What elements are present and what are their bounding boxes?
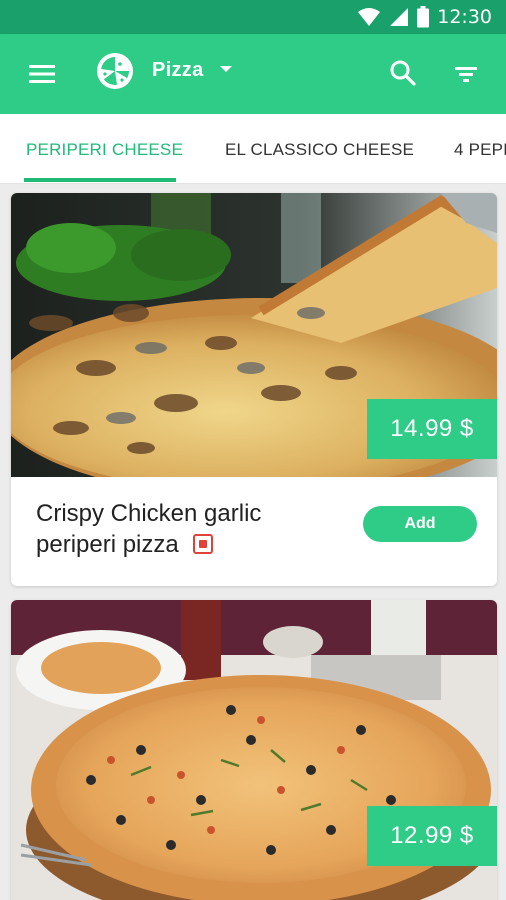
tab-4-pepper[interactable]: 4 PEPPER [454, 140, 506, 160]
filter-icon[interactable] [452, 60, 480, 88]
app-title: Pizza [152, 59, 204, 81]
tab-periperi-cheese[interactable]: PERIPERI CHEESE [26, 140, 183, 160]
search-icon[interactable] [388, 58, 418, 88]
tab-el-classico-cheese[interactable]: EL CLASSICO CHEESE [225, 140, 414, 160]
pizza-logo-icon [97, 53, 133, 89]
item-title-text: Crispy Chicken garlic periperi pizza [36, 500, 262, 558]
item-title: Crispy Chicken garlic periperi pizza [36, 498, 316, 560]
price-badge: 14.99 $ [367, 399, 497, 459]
non-veg-icon [192, 534, 213, 554]
wifi-icon [358, 8, 381, 26]
menu-icon[interactable] [26, 58, 60, 90]
chevron-down-icon[interactable] [218, 64, 234, 74]
status-time: 12:30 [437, 6, 492, 28]
add-button[interactable]: Add [363, 506, 477, 542]
status-bar: 12:30 [0, 0, 506, 34]
category-tabs: PERIPERI CHEESE EL CLASSICO CHEESE 4 PEP… [0, 114, 506, 184]
active-tab-indicator [24, 178, 176, 182]
menu-item-card[interactable]: 14.99 $ Crispy Chicken garlic periperi p… [11, 193, 497, 586]
signal-icon [390, 8, 409, 26]
app-bar: Pizza [0, 34, 506, 114]
menu-item-card[interactable]: 12.99 $ [11, 600, 497, 900]
battery-icon [417, 6, 430, 28]
price-badge: 12.99 $ [367, 806, 497, 866]
